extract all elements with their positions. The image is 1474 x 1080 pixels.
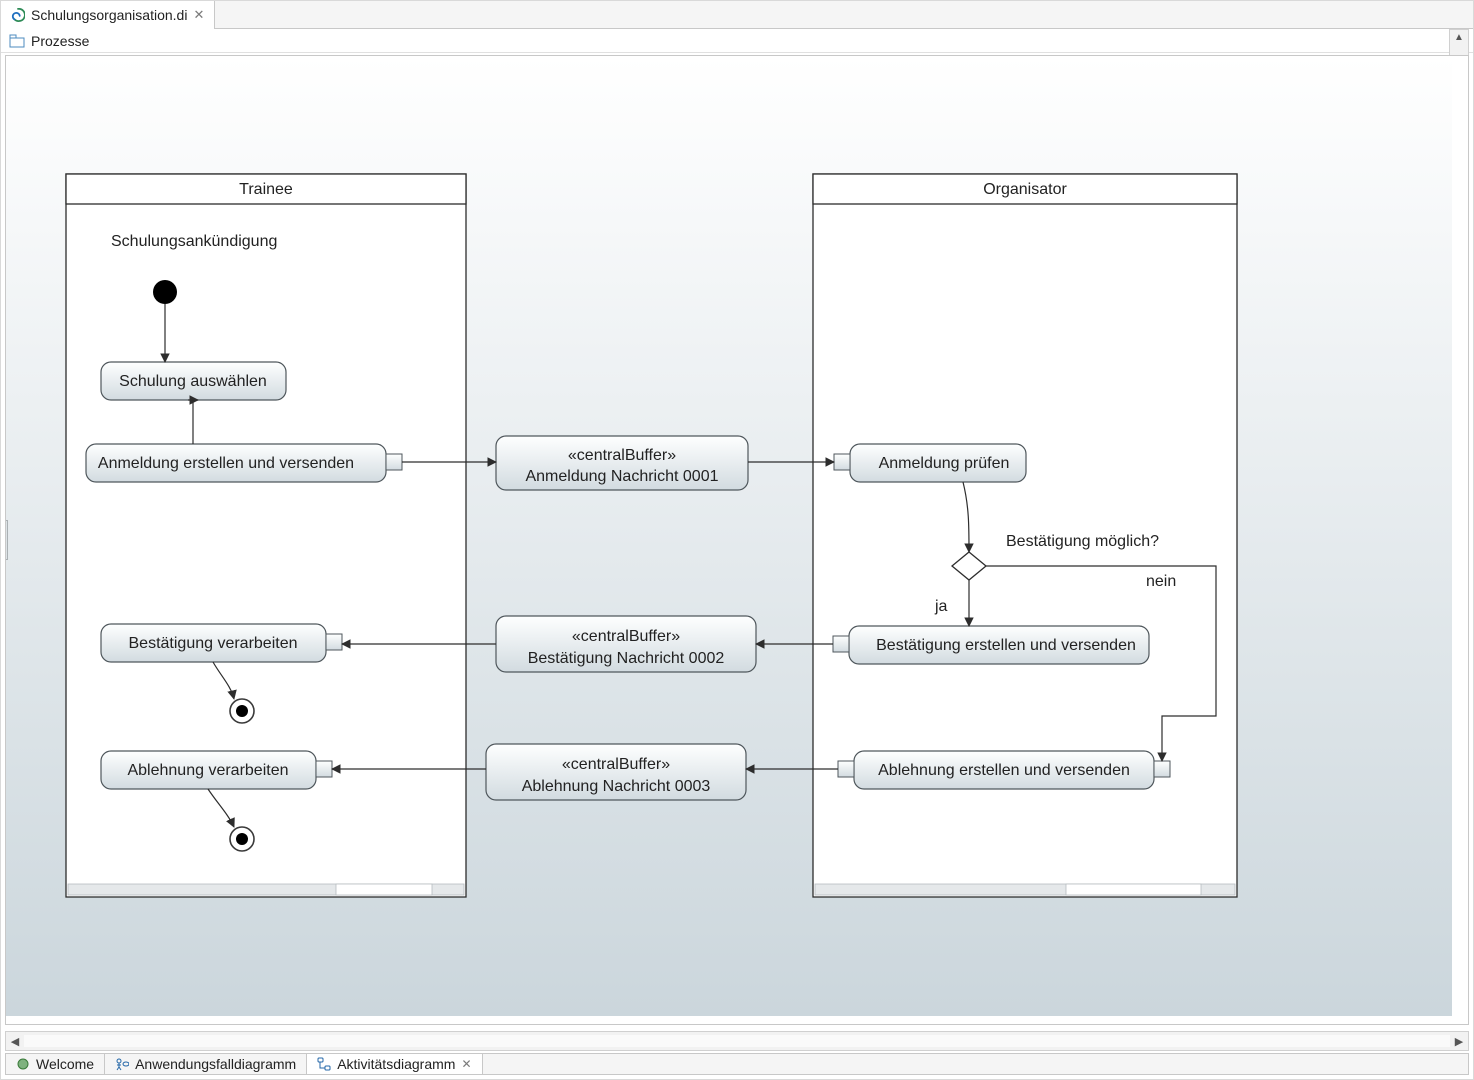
breadcrumb[interactable]: Prozesse xyxy=(1,29,1473,53)
activity-icon xyxy=(317,1057,331,1071)
diagram-canvas[interactable]: Trainee Organisator Schulungsankündigung… xyxy=(5,55,1469,1025)
output-pin[interactable] xyxy=(386,454,402,470)
action-process-rejection[interactable]: Ablehnung verarbeiten xyxy=(101,751,332,789)
svg-text:Anmeldung erstellen und versen: Anmeldung erstellen und versenden xyxy=(98,455,354,472)
central-buffer-3[interactable]: «centralBuffer» Ablehnung Nachricht 0003 xyxy=(486,744,746,800)
action-select-training[interactable]: Schulung auswählen xyxy=(101,362,286,400)
activity-diagram: Trainee Organisator Schulungsankündigung… xyxy=(6,56,1452,1016)
output-pin[interactable] xyxy=(838,761,854,777)
svg-text:«centralBuffer»: «centralBuffer» xyxy=(562,756,670,773)
guard-yes: ja xyxy=(934,598,948,615)
welcome-icon xyxy=(16,1057,30,1071)
action-create-confirmation[interactable]: Bestätigung erstellen und versenden xyxy=(833,626,1149,664)
svg-text:Ablehnung erstellen und versen: Ablehnung erstellen und versenden xyxy=(878,762,1130,779)
central-buffer-1[interactable]: «centralBuffer» Anmeldung Nachricht 0001 xyxy=(496,436,748,490)
svg-text:«centralBuffer»: «centralBuffer» xyxy=(572,628,680,645)
output-pin[interactable] xyxy=(833,636,849,652)
package-icon xyxy=(9,33,25,49)
close-icon[interactable]: ✕ xyxy=(461,1057,471,1071)
close-icon[interactable]: ✕ xyxy=(193,7,204,23)
scroll-up-icon[interactable]: ▲ xyxy=(1454,32,1464,43)
action-check-registration[interactable]: Anmeldung prüfen xyxy=(834,444,1026,482)
action-process-confirmation[interactable]: Bestätigung verarbeiten xyxy=(101,624,342,662)
sash-handle[interactable] xyxy=(5,520,8,560)
tab-welcome-label: Welcome xyxy=(36,1056,94,1072)
scroll-left-icon[interactable]: ◀ xyxy=(6,1035,24,1048)
svg-text:Bestätigung erstellen und vers: Bestätigung erstellen und versenden xyxy=(876,637,1136,654)
usecase-icon xyxy=(115,1057,129,1071)
tab-usecase-label: Anwendungsfalldiagramm xyxy=(135,1056,296,1072)
inner-tabs: Welcome Anwendungsfalldiagramm Aktivität… xyxy=(5,1053,1469,1075)
horizontal-scrollbar[interactable]: ◀ ▶ xyxy=(5,1031,1469,1051)
editor-tab-label: Schulungsorganisation.di xyxy=(31,7,187,23)
svg-text:Ablehnung Nachricht 0003: Ablehnung Nachricht 0003 xyxy=(522,778,711,795)
central-buffer-2[interactable]: «centralBuffer» Bestätigung Nachricht 00… xyxy=(496,616,756,672)
editor-tab-schulungsorganisation[interactable]: Schulungsorganisation.di ✕ xyxy=(1,1,215,29)
scroll-right-icon[interactable]: ▶ xyxy=(1450,1035,1468,1048)
action-create-rejection[interactable]: Ablehnung erstellen und versenden xyxy=(838,751,1170,789)
editor-tabs: Schulungsorganisation.di ✕ xyxy=(1,1,1473,29)
scroll-track[interactable] xyxy=(24,1035,1450,1047)
breadcrumb-label: Prozesse xyxy=(31,33,89,49)
app-window: Schulungsorganisation.di ✕ Prozesse ▲ ▼ xyxy=(0,0,1474,1080)
input-pin[interactable] xyxy=(326,634,342,650)
svg-text:«centralBuffer»: «centralBuffer» xyxy=(568,447,676,464)
label-announcement[interactable]: Schulungsankündigung xyxy=(111,233,277,250)
input-pin[interactable] xyxy=(316,761,332,777)
swimlane-organisator-title: Organisator xyxy=(983,181,1067,198)
label-decision: Bestätigung möglich? xyxy=(1006,533,1159,550)
input-pin[interactable] xyxy=(1154,761,1170,777)
tab-activity-label: Aktivitätsdiagramm xyxy=(337,1056,455,1072)
initial-node[interactable] xyxy=(153,280,177,304)
tab-usecase[interactable]: Anwendungsfalldiagramm xyxy=(105,1054,307,1074)
action-create-registration[interactable]: Anmeldung erstellen und versenden xyxy=(86,444,402,482)
svg-text:Ablehnung verarbeiten: Ablehnung verarbeiten xyxy=(127,762,288,779)
svg-text:Anmeldung Nachricht 0001: Anmeldung Nachricht 0001 xyxy=(525,468,718,485)
svg-text:Bestätigung verarbeiten: Bestätigung verarbeiten xyxy=(129,635,298,652)
svg-text:Bestätigung Nachricht 0002: Bestätigung Nachricht 0002 xyxy=(528,650,725,667)
svg-text:Schulung auswählen: Schulung auswählen xyxy=(119,373,267,390)
swimlane-trainee-title: Trainee xyxy=(239,181,293,198)
svg-text:Anmeldung prüfen: Anmeldung prüfen xyxy=(879,455,1010,472)
tab-activity[interactable]: Aktivitätsdiagramm ✕ xyxy=(307,1054,482,1074)
tab-welcome[interactable]: Welcome xyxy=(6,1054,105,1074)
guard-no: nein xyxy=(1146,573,1176,590)
input-pin[interactable] xyxy=(834,454,850,470)
papyrus-icon xyxy=(11,8,25,22)
